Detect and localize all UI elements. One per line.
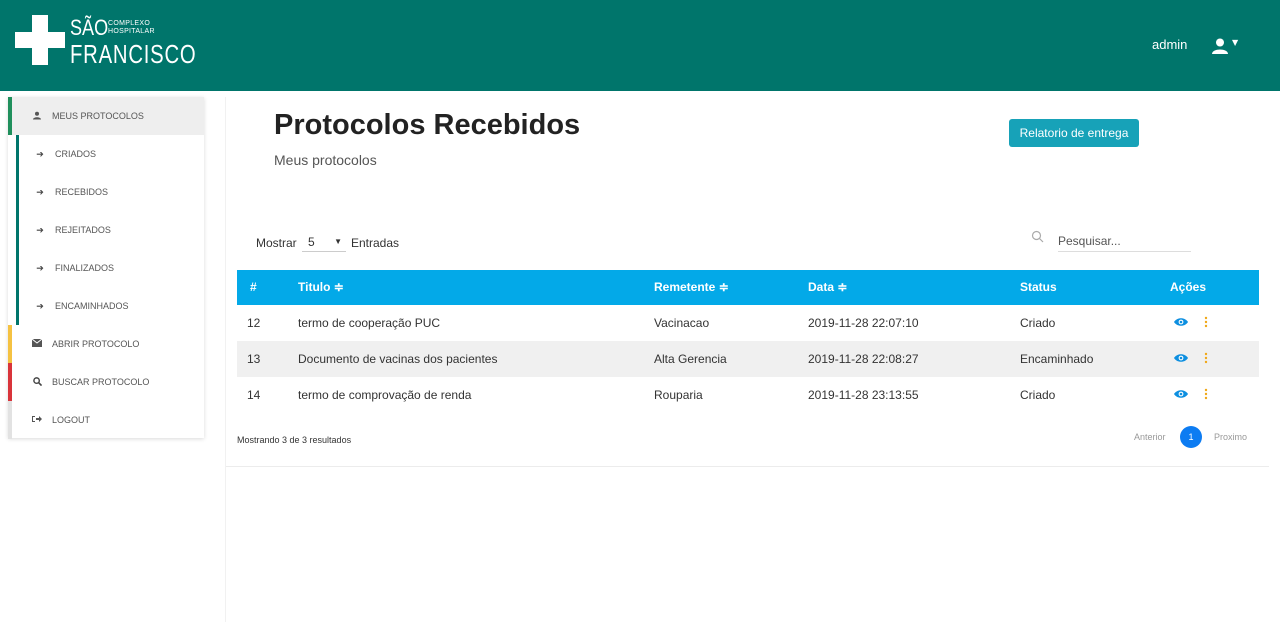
sidebar-item-recebidos[interactable]: ➔ RECEBIDOS <box>16 173 204 211</box>
arrow-right-icon: ➔ <box>36 148 44 159</box>
sidebar-item-abrir-protocolo[interactable]: ABRIR PROTOCOLO <box>8 325 204 363</box>
cell-data: 2019-11-28 22:07:10 <box>808 316 919 330</box>
sidebar-item-finalizados[interactable]: ➔ FINALIZADOS <box>16 249 204 287</box>
results-count: Mostrando 3 de 3 resultados <box>237 435 352 445</box>
sidebar-item-label: RECEBIDOS <box>55 187 109 197</box>
eye-icon[interactable] <box>1174 353 1188 363</box>
cell-titulo: termo de comprovação de renda <box>298 388 472 402</box>
user-icon <box>30 111 44 122</box>
search-input[interactable] <box>1058 230 1191 252</box>
cell-remetente: Rouparia <box>654 388 703 402</box>
user-name: admin <box>1152 37 1188 52</box>
column-header-id: # <box>250 280 257 294</box>
sidebar-item-label: ABRIR PROTOCOLO <box>52 339 140 349</box>
logo-complexo-text: COMPLEXO HOSPITALAR <box>108 20 155 35</box>
cell-status: Criado <box>1020 388 1056 402</box>
page-title: Protocolos Recebidos <box>274 109 581 141</box>
column-header-remetente[interactable]: Remetente ≑ <box>654 270 729 305</box>
pager-page-1[interactable]: 1 <box>1180 426 1202 448</box>
cell-remetente: Vacinacao <box>654 316 710 330</box>
show-label: Mostrar <box>256 236 297 250</box>
logo-sao-text: SÃO <box>70 15 109 40</box>
cell-data: 2019-11-28 23:13:55 <box>808 388 919 402</box>
sidebar-item-rejeitados[interactable]: ➔ REJEITADOS <box>16 211 204 249</box>
sidebar-item-logout[interactable]: LOGOUT <box>8 401 204 439</box>
sidebar: MEUS PROTOCOLOS ➔ CRIADOS ➔ RECEBIDOS ➔ … <box>8 97 204 439</box>
relatorio-entrega-button[interactable]: Relatorio de entrega <box>1009 119 1139 147</box>
table-row: 14 termo de comprovação de renda Roupari… <box>237 377 1259 413</box>
entries-select[interactable]: 5 ▼ <box>302 232 346 252</box>
sidebar-item-label: BUSCAR PROTOCOLO <box>52 377 150 387</box>
sidebar-item-buscar-protocolo[interactable]: BUSCAR PROTOCOLO <box>8 363 204 401</box>
more-vertical-icon[interactable] <box>1204 352 1208 364</box>
protocols-panel: Protocolos Recebidos Meus protocolos Rel… <box>226 97 1269 467</box>
cell-id: 14 <box>247 388 261 402</box>
sidebar-item-label: MEUS PROTOCOLOS <box>52 111 144 121</box>
main-content: Protocolos Recebidos Meus protocolos Rel… <box>225 97 1269 622</box>
sidebar-item-label: REJEITADOS <box>55 225 111 235</box>
search-icon <box>1031 230 1044 243</box>
table-row: 13 Documento de vacinas dos pacientes Al… <box>237 341 1259 377</box>
column-header-status: Status <box>1020 280 1057 294</box>
sign-out-icon <box>30 415 44 425</box>
sidebar-item-label: LOGOUT <box>52 415 91 425</box>
arrow-right-icon: ➔ <box>36 300 44 311</box>
cell-id: 13 <box>247 352 261 366</box>
arrow-right-icon: ➔ <box>36 186 44 197</box>
cell-status: Criado <box>1020 316 1056 330</box>
logo-francisco-text: FRANCISCO <box>70 39 197 69</box>
entries-label: Entradas <box>351 236 400 250</box>
cell-id: 12 <box>247 316 261 330</box>
pager-previous[interactable]: Anterior <box>1134 432 1166 442</box>
chevron-down-icon[interactable]: ▼ <box>1232 38 1238 47</box>
cell-titulo: Documento de vacinas dos pacientes <box>298 352 498 366</box>
sidebar-item-label: ENCAMINHADOS <box>55 301 129 311</box>
cell-remetente: Alta Gerencia <box>654 352 727 366</box>
hospital-logo[interactable]: SÃO COMPLEXO HOSPITALAR FRANCISCO <box>15 15 196 69</box>
entries-select-value: 5 <box>308 234 315 249</box>
envelope-icon <box>30 338 44 349</box>
eye-icon[interactable] <box>1174 317 1188 327</box>
column-header-titulo[interactable]: Titulo ≑ <box>298 270 344 305</box>
user-icon[interactable] <box>1210 38 1230 54</box>
top-navbar: SÃO COMPLEXO HOSPITALAR FRANCISCO admin … <box>0 0 1280 91</box>
arrow-right-icon: ➔ <box>36 262 44 273</box>
table-header: # Titulo ≑ Remetente ≑ Data ≑ Status Açõ… <box>237 270 1259 305</box>
column-header-data[interactable]: Data ≑ <box>808 270 847 305</box>
page-subtitle: Meus protocolos <box>274 152 377 168</box>
search-icon <box>30 376 44 388</box>
sidebar-item-encaminhados[interactable]: ➔ ENCAMINHADOS <box>16 287 204 325</box>
more-vertical-icon[interactable] <box>1204 388 1208 400</box>
cell-status: Encaminhado <box>1020 352 1094 366</box>
column-header-acoes: Ações <box>1170 280 1207 294</box>
sidebar-item-criados[interactable]: ➔ CRIADOS <box>16 135 204 173</box>
table-row: 12 termo de cooperação PUC Vacinacao 201… <box>237 305 1259 341</box>
sidebar-item-meus-protocolos[interactable]: MEUS PROTOCOLOS <box>8 97 204 135</box>
sidebar-item-label: CRIADOS <box>55 149 97 159</box>
sidebar-item-label: FINALIZADOS <box>55 263 115 273</box>
cell-data: 2019-11-28 22:08:27 <box>808 352 919 366</box>
pager-next[interactable]: Proximo <box>1214 432 1247 442</box>
eye-icon[interactable] <box>1174 389 1188 399</box>
cell-titulo: termo de cooperação PUC <box>298 316 441 330</box>
cross-logo-icon <box>15 15 65 65</box>
arrow-right-icon: ➔ <box>36 224 44 235</box>
more-vertical-icon[interactable] <box>1204 316 1208 328</box>
caret-down-icon: ▼ <box>334 237 342 246</box>
